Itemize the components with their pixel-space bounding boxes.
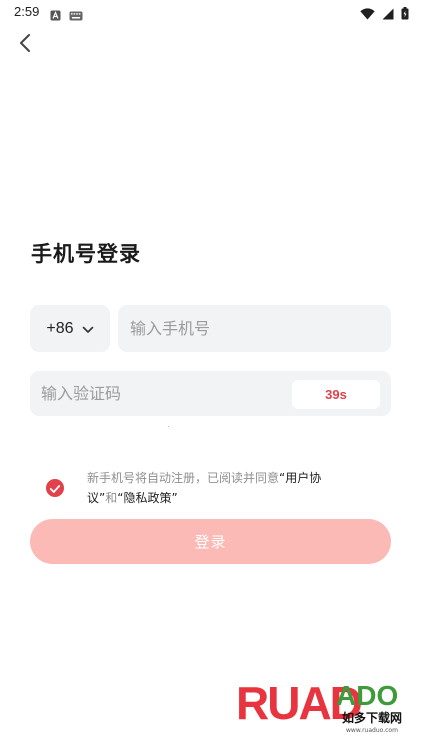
wifi-icon bbox=[360, 5, 375, 24]
privacy-policy-link[interactable]: “隐私政策” bbox=[117, 491, 177, 505]
back-button[interactable] bbox=[10, 30, 40, 60]
verification-code-row: 39s bbox=[30, 371, 391, 416]
status-right-icons bbox=[360, 5, 409, 24]
status-left-icons bbox=[50, 6, 83, 25]
agreement-conjunction: 和 bbox=[105, 491, 118, 505]
phone-number-input[interactable] bbox=[118, 305, 391, 352]
chevron-left-icon bbox=[18, 33, 32, 57]
verification-code-input[interactable] bbox=[30, 371, 280, 416]
keyboard-icon bbox=[69, 6, 83, 25]
country-code-label: +86 bbox=[46, 319, 74, 337]
signal-icon bbox=[382, 5, 394, 24]
status-time: 2:59 bbox=[14, 4, 40, 19]
stray-dot bbox=[168, 426, 169, 427]
check-icon bbox=[49, 479, 61, 498]
resend-countdown-button[interactable]: 39s bbox=[292, 380, 380, 409]
agreement-prefix: 新手机号将自动注册，已阅读并同意 bbox=[87, 471, 280, 485]
notification-a-icon bbox=[50, 6, 61, 25]
battery-icon bbox=[401, 5, 409, 24]
status-bar: 2:59 bbox=[0, 0, 421, 24]
watermark-brand-right: ADO bbox=[336, 680, 399, 711]
chevron-down-icon bbox=[82, 319, 94, 338]
watermark-logo: RUAD ADO 如多下载网 www.ruaduo.com bbox=[236, 672, 414, 742]
agreement-text: 新手机号将自动注册，已阅读并同意“用户协议”和“隐私政策” bbox=[87, 468, 347, 508]
login-button[interactable]: 登录 bbox=[30, 519, 391, 564]
page-title: 手机号登录 bbox=[31, 242, 141, 266]
country-code-selector[interactable]: +86 bbox=[30, 305, 110, 352]
agreement-checkbox[interactable] bbox=[46, 479, 64, 497]
watermark-cn-text: 如多下载网 bbox=[342, 711, 403, 725]
watermark-url: www.ruaduo.com bbox=[346, 727, 398, 734]
